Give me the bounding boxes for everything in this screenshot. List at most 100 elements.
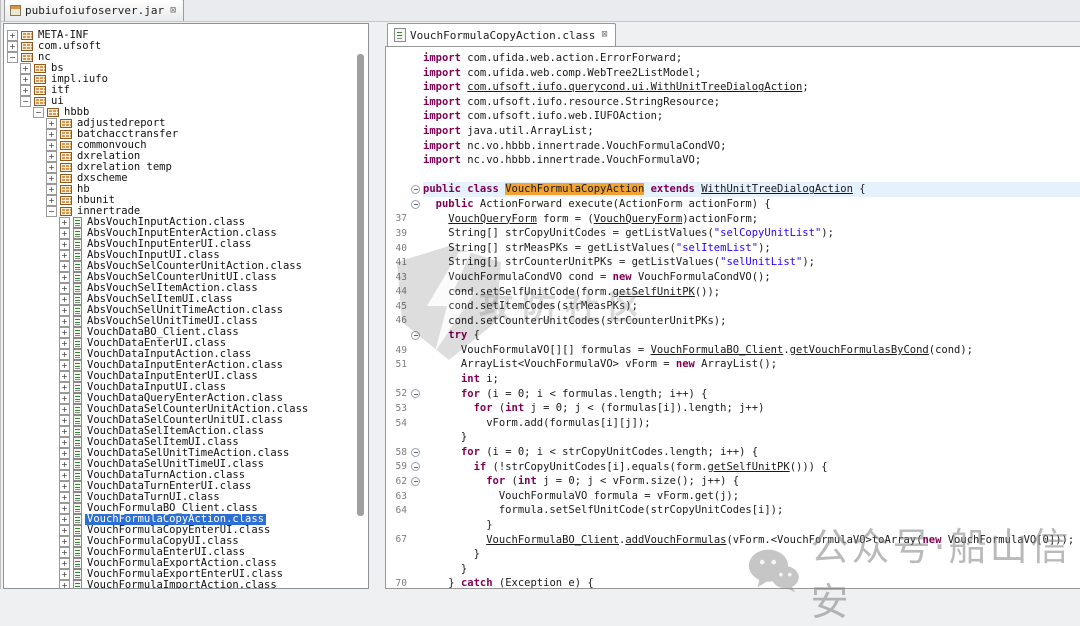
package-icon [60, 152, 72, 161]
expand-toggle-icon[interactable]: + [46, 118, 57, 129]
expand-toggle-icon[interactable]: + [46, 129, 57, 140]
expand-toggle-icon[interactable]: + [59, 327, 70, 338]
code-text: VouchFormulaVO formula = vForm.get(j); [423, 489, 1080, 504]
expand-toggle-icon[interactable]: + [46, 162, 57, 173]
expand-toggle-icon[interactable]: + [59, 316, 70, 327]
expand-toggle-icon[interactable]: + [59, 393, 70, 404]
expand-toggle-icon[interactable]: + [7, 30, 18, 41]
tree-item[interactable]: +dxscheme [4, 173, 352, 184]
line-number: 39 [386, 228, 408, 239]
code-text: VouchFormulaCondVO cond = new VouchFormu… [423, 270, 1080, 285]
expand-toggle-icon[interactable]: + [59, 470, 70, 481]
fold-collapse-icon[interactable] [408, 331, 423, 340]
collapse-toggle-icon[interactable]: − [46, 206, 57, 217]
fold-collapse-icon[interactable] [408, 185, 423, 194]
code-area[interactable]: import com.ufida.web.action.ErrorForward… [385, 46, 1080, 589]
code-text: String[] strCopyUnitCodes = getListValue… [423, 226, 1080, 241]
tree-item[interactable]: +dxrelation [4, 151, 352, 162]
expand-toggle-icon[interactable]: + [46, 140, 57, 151]
line-number: 63 [386, 491, 408, 502]
class-icon [73, 228, 82, 239]
tree-scrollbar[interactable] [357, 54, 364, 516]
collapse-toggle-icon[interactable]: − [20, 96, 31, 107]
expand-toggle-icon[interactable]: + [59, 459, 70, 470]
code-text: for (int j = 0; j < (formulas[i]).length… [423, 401, 1080, 416]
fold-collapse-icon[interactable] [408, 200, 423, 209]
line-number: 64 [386, 505, 408, 516]
tree-item[interactable]: + VouchFormulaImportAction.class [4, 580, 352, 589]
expand-toggle-icon[interactable]: + [59, 426, 70, 437]
expand-toggle-icon[interactable]: + [59, 217, 70, 228]
editor-tab-class[interactable]: VouchFormulaCopyAction.class ⊠ [387, 23, 616, 46]
tree-item[interactable]: +adjustedreport [4, 118, 352, 129]
code-line: 52 for (i = 0; i < formulas.length; i++)… [386, 387, 1080, 402]
expand-toggle-icon[interactable]: + [59, 415, 70, 426]
class-icon [73, 459, 82, 470]
expand-toggle-icon[interactable]: + [46, 173, 57, 184]
expand-toggle-icon[interactable]: + [59, 448, 70, 459]
expand-toggle-icon[interactable]: + [59, 283, 70, 294]
expand-toggle-icon[interactable]: + [59, 547, 70, 558]
tree-item[interactable]: +commonvouch [4, 140, 352, 151]
close-icon[interactable]: ⊠ [601, 30, 607, 40]
expand-toggle-icon[interactable]: + [59, 261, 70, 272]
fold-collapse-icon[interactable] [408, 389, 423, 398]
package-icon [60, 130, 72, 139]
class-icon [73, 250, 82, 261]
code-line: 49 VouchFormulaVO[][] formulas = VouchFo… [386, 343, 1080, 358]
collapse-toggle-icon[interactable]: − [33, 107, 44, 118]
expand-toggle-icon[interactable]: + [46, 184, 57, 195]
expand-toggle-icon[interactable]: + [59, 338, 70, 349]
expand-toggle-icon[interactable]: + [59, 437, 70, 448]
expand-toggle-icon[interactable]: + [59, 360, 70, 371]
tree-item[interactable]: +hbunit [4, 195, 352, 206]
expand-toggle-icon[interactable]: + [20, 85, 31, 96]
class-icon [73, 305, 82, 316]
main-tab-jar[interactable]: pubiufoiufoserver.jar ⊠ [4, 0, 184, 21]
code-line: } [386, 430, 1080, 445]
expand-toggle-icon[interactable]: + [7, 41, 18, 52]
expand-toggle-icon[interactable]: + [59, 239, 70, 250]
fold-collapse-icon[interactable] [408, 448, 423, 457]
code-line: 54 vForm.add(formulas[i][j]); [386, 416, 1080, 431]
collapse-toggle-icon[interactable]: − [7, 52, 18, 63]
tree-item[interactable]: +dxrelation temp [4, 162, 352, 173]
close-icon[interactable]: ⊠ [170, 6, 176, 16]
code-text: import com.ufsoft.iufo.web.IUFOAction; [423, 109, 1080, 124]
expand-toggle-icon[interactable]: + [59, 492, 70, 503]
expand-toggle-icon[interactable]: + [59, 503, 70, 514]
tree-item[interactable]: −hbbb [4, 107, 352, 118]
expand-toggle-icon[interactable]: + [59, 558, 70, 569]
expand-toggle-icon[interactable]: + [59, 536, 70, 547]
code-line: import com.ufida.web.comp.WebTree2ListMo… [386, 66, 1080, 81]
expand-toggle-icon[interactable]: + [59, 514, 70, 525]
expand-toggle-icon[interactable]: + [59, 272, 70, 283]
expand-toggle-icon[interactable]: + [59, 404, 70, 415]
expand-toggle-icon[interactable]: + [46, 151, 57, 162]
expand-toggle-icon[interactable]: + [20, 63, 31, 74]
package-icon [60, 174, 72, 183]
expand-toggle-icon[interactable]: + [59, 382, 70, 393]
expand-toggle-icon[interactable]: + [20, 74, 31, 85]
expand-toggle-icon[interactable]: + [59, 294, 70, 305]
expand-toggle-icon[interactable]: + [59, 371, 70, 382]
expand-toggle-icon[interactable]: + [59, 580, 70, 589]
expand-toggle-icon[interactable]: + [59, 228, 70, 239]
tree-item[interactable]: +batchacctransfer [4, 129, 352, 140]
expand-toggle-icon[interactable]: + [59, 481, 70, 492]
expand-toggle-icon[interactable]: + [46, 195, 57, 206]
fold-collapse-icon[interactable] [408, 477, 423, 486]
line-number: 37 [386, 213, 408, 224]
tree-item-label: VouchFormulaImportAction.class [85, 580, 279, 589]
expand-toggle-icon[interactable]: + [59, 569, 70, 580]
tree-item[interactable]: +hb [4, 184, 352, 195]
fold-collapse-icon[interactable] [408, 462, 423, 471]
package-icon [47, 108, 59, 117]
tree-item[interactable]: −ui [4, 96, 352, 107]
expand-toggle-icon[interactable]: + [59, 250, 70, 261]
code-line: import nc.vo.hbbb.innertrade.VouchFormul… [386, 153, 1080, 168]
expand-toggle-icon[interactable]: + [59, 525, 70, 536]
expand-toggle-icon[interactable]: + [59, 349, 70, 360]
tree-item[interactable]: +com.ufsoft [4, 41, 352, 52]
expand-toggle-icon[interactable]: + [59, 305, 70, 316]
